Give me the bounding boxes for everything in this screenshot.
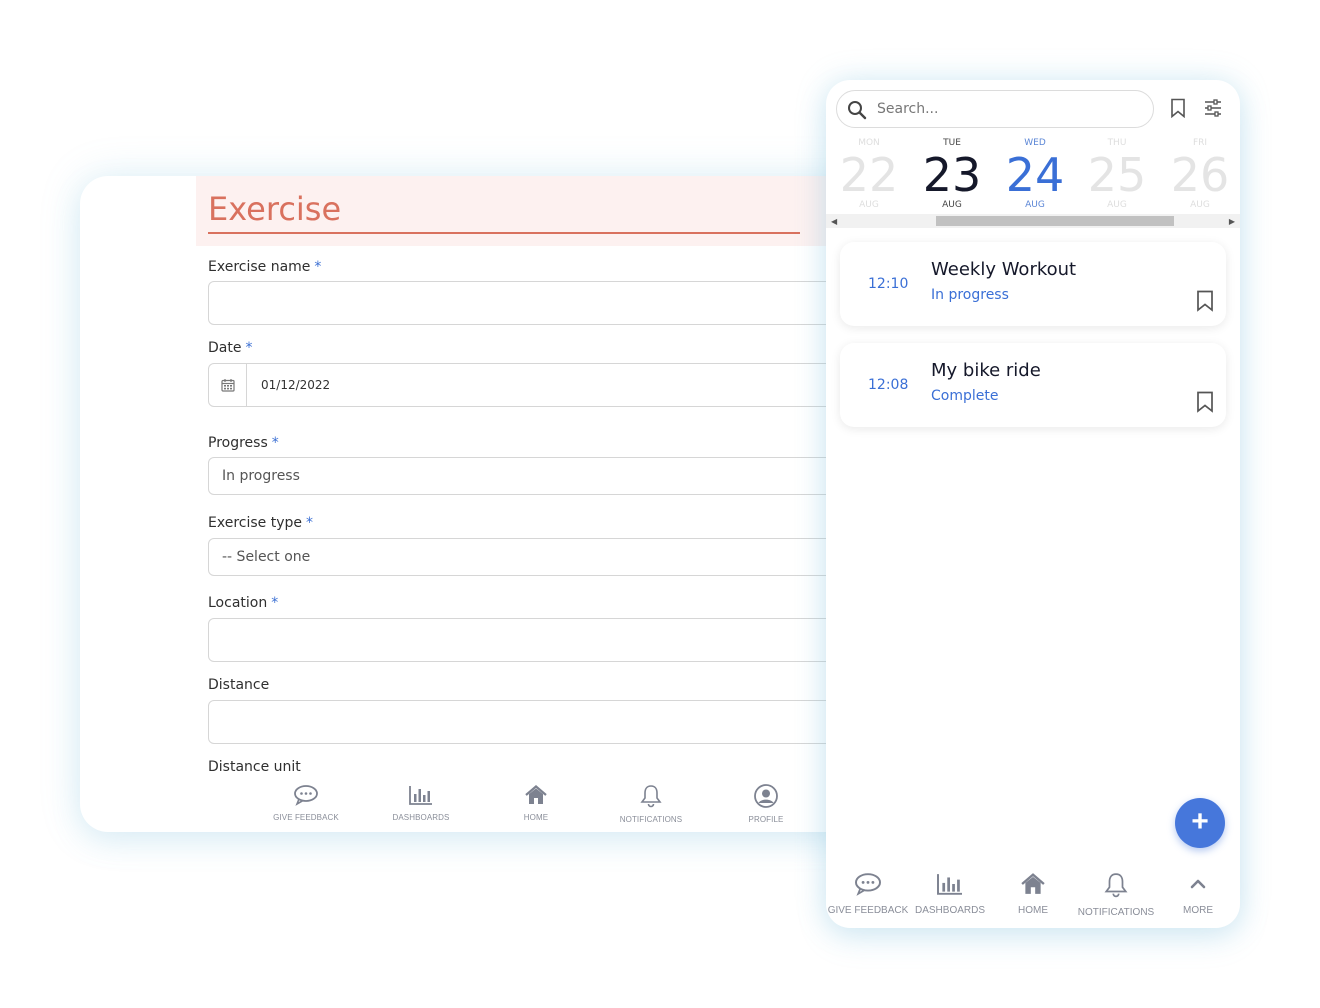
event-card[interactable]: 12:08 My bike ride Complete — [840, 343, 1226, 427]
form-title: Exercise — [208, 190, 342, 228]
distance-label: Distance — [208, 677, 270, 693]
bell-icon — [640, 785, 662, 808]
location-label: Location * — [208, 595, 278, 611]
nav-notifications-label: NOTIFICATIONS — [1077, 907, 1155, 918]
nav-dashboards-label: DASHBOARDS — [392, 813, 450, 822]
date-picker-button[interactable] — [209, 364, 247, 406]
exercise-name-label: Exercise name * — [208, 259, 321, 275]
exercise-type-label: Exercise type * — [208, 515, 313, 531]
date-value: 01/12/2022 — [261, 378, 331, 392]
exercise-form-card: Exercise Exercise name * Date * 01/12/20… — [80, 176, 870, 832]
nav-home-label: HOME — [1018, 905, 1048, 916]
week-day-strip: MON 22 AUG TUE 23 AUG WED 24 AUG THU 25 … — [826, 138, 1240, 214]
required-mark: * — [245, 340, 253, 356]
horizontal-scrollbar[interactable]: ◀ ▶ — [826, 214, 1240, 228]
form-title-underline — [208, 232, 800, 234]
bell-icon — [1104, 873, 1128, 898]
required-mark: * — [305, 515, 313, 531]
search-icon — [848, 101, 867, 120]
form-header: Exercise — [196, 176, 870, 246]
search-bar[interactable] — [836, 90, 1154, 128]
distance-unit-label: Distance unit — [208, 759, 301, 775]
search-input[interactable] — [877, 99, 1137, 119]
nav-home[interactable]: HOME — [991, 872, 1075, 916]
nav-profile-label: PROFILE — [748, 815, 784, 824]
event-title: My bike ride — [931, 360, 1041, 381]
nav-notifications[interactable]: NOTIFICATIONS — [601, 784, 701, 824]
event-time: 12:10 — [868, 276, 909, 292]
progress-value: In progress — [222, 468, 300, 484]
home-icon — [525, 785, 547, 804]
day-number: 22 — [839, 148, 899, 202]
filter-sliders-icon[interactable] — [1203, 98, 1223, 118]
day-mon[interactable]: MON 22 AUG — [829, 138, 909, 210]
day-number: 25 — [1087, 148, 1147, 202]
date-label: Date * — [208, 340, 252, 356]
progress-select[interactable]: In progress — [208, 457, 848, 495]
bookmark-icon[interactable] — [1196, 391, 1214, 413]
nav-dashboards[interactable]: DASHBOARDS — [908, 872, 992, 916]
progress-label-text: Progress — [208, 435, 268, 451]
nav-notifications[interactable]: NOTIFICATIONS — [1074, 872, 1158, 918]
day-wed[interactable]: WED 24 AUG — [995, 138, 1075, 210]
day-thu[interactable]: THU 25 AUG — [1077, 138, 1157, 210]
scroll-left-arrow-icon[interactable]: ◀ — [831, 217, 837, 226]
nav-more[interactable]: MORE — [1156, 872, 1240, 916]
home-icon — [1021, 873, 1045, 894]
nav-give-feedback[interactable]: GIVE FEEDBACK — [826, 872, 910, 916]
phone-app: MON 22 AUG TUE 23 AUG WED 24 AUG THU 25 … — [826, 80, 1240, 928]
calendar-icon — [220, 379, 235, 392]
day-number: 24 — [1005, 148, 1065, 202]
event-card[interactable]: 12:10 Weekly Workout In progress — [840, 242, 1226, 326]
nav-notifications-label: NOTIFICATIONS — [619, 815, 683, 824]
form-bottom-nav: GIVE FEEDBACK DASHBOARDS HOME NOTIFICATI… — [250, 784, 830, 828]
event-title: Weekly Workout — [931, 259, 1077, 280]
exercise-name-input[interactable] — [208, 281, 848, 325]
bookmark-icon[interactable] — [1196, 290, 1214, 312]
plus-icon: + — [1191, 805, 1209, 838]
location-input[interactable] — [208, 618, 848, 662]
nav-dashboards-label: DASHBOARDS — [914, 905, 985, 916]
chat-bubble-icon — [855, 873, 881, 896]
required-mark: * — [271, 595, 279, 611]
day-tue[interactable]: TUE 23 AUG — [912, 138, 992, 210]
chat-bubble-icon — [294, 785, 318, 806]
date-input[interactable]: 01/12/2022 — [208, 363, 848, 407]
bar-chart-icon — [937, 874, 962, 895]
event-status: Complete — [931, 388, 999, 404]
progress-label: Progress * — [208, 435, 279, 451]
app-stage: Exercise Exercise name * Date * 01/12/20… — [0, 0, 1320, 1008]
exercise-type-select[interactable]: -- Select one — [208, 538, 848, 576]
day-fri[interactable]: FRI 26 AUG — [1160, 138, 1240, 210]
nav-dashboards[interactable]: DASHBOARDS — [371, 784, 471, 822]
profile-icon — [754, 784, 778, 808]
add-event-button[interactable]: + — [1175, 798, 1225, 848]
exercise-type-label-text: Exercise type — [208, 515, 302, 531]
nav-give-feedback-label: GIVE FEEDBACK — [273, 813, 339, 822]
nav-give-feedback[interactable]: GIVE FEEDBACK — [256, 784, 356, 822]
required-mark: * — [271, 435, 279, 451]
nav-more-label: MORE — [1183, 905, 1213, 916]
required-mark: * — [314, 259, 322, 275]
nav-profile[interactable]: PROFILE — [716, 784, 816, 824]
bookmark-icon[interactable] — [1170, 98, 1186, 118]
distance-input[interactable] — [208, 700, 848, 744]
bar-chart-icon — [409, 786, 432, 805]
date-label-text: Date — [208, 340, 242, 356]
event-status: In progress — [931, 287, 1009, 303]
day-number: 23 — [922, 148, 982, 202]
scrollbar-thumb[interactable] — [936, 216, 1174, 226]
exercise-name-label-text: Exercise name — [208, 259, 311, 275]
scroll-right-arrow-icon[interactable]: ▶ — [1229, 217, 1235, 226]
event-time: 12:08 — [868, 377, 909, 393]
location-label-text: Location — [208, 595, 268, 611]
chevron-up-icon — [1190, 879, 1206, 889]
nav-home[interactable]: HOME — [486, 784, 586, 822]
phone-bottom-nav: GIVE FEEDBACK DASHBOARDS HOME NOTIFICATI… — [826, 868, 1240, 928]
nav-home-label: HOME — [523, 813, 549, 822]
day-number: 26 — [1170, 148, 1230, 202]
nav-give-feedback-label: GIVE FEEDBACK — [827, 905, 909, 916]
exercise-type-value: -- Select one — [222, 549, 311, 565]
